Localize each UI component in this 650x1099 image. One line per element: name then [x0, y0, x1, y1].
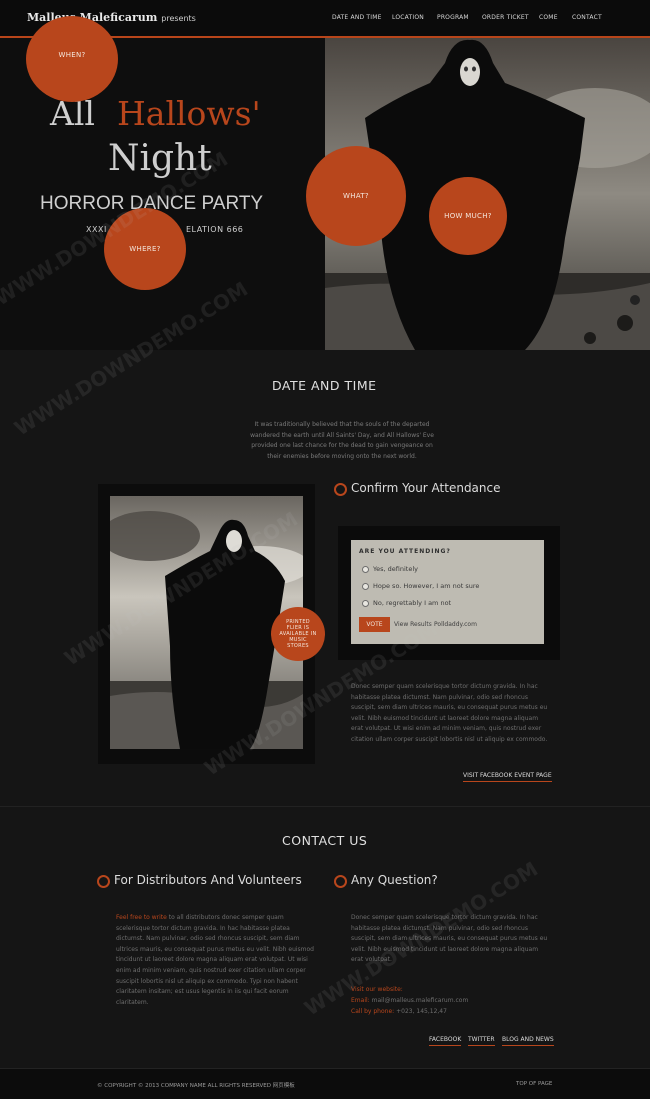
nav-date-and-time[interactable]: DATE AND TIME: [332, 14, 382, 21]
circle-when[interactable]: WHEN?: [26, 16, 118, 102]
facebook-link[interactable]: FACEBOOK: [429, 1036, 462, 1046]
nav-program[interactable]: PROGRAM: [437, 14, 469, 21]
question-heading: Any Question?: [351, 873, 438, 887]
poll-question: ARE YOU ATTENDING?: [359, 548, 451, 555]
distributors-ring-icon: [97, 875, 110, 888]
attendance-heading: Confirm Your Attendance: [351, 481, 501, 495]
twitter-link[interactable]: TWITTER: [468, 1036, 495, 1046]
circle-what[interactable]: WHAT?: [306, 146, 406, 246]
circle-where-label: WHERE?: [129, 245, 161, 253]
radio-icon[interactable]: [362, 565, 369, 573]
facebook-event-link[interactable]: VISIT FACEBOOK EVENT PAGE: [463, 772, 552, 782]
poll-option-no-label: No, regrettably I am not: [373, 599, 452, 607]
hero-title-hallows: Hallows': [117, 94, 261, 133]
poll-option-maybe[interactable]: Hope so. However, I am not sure: [362, 582, 479, 590]
contact-website: Visit our website:: [351, 985, 551, 996]
distributors-heading: For Distributors And Volunteers: [114, 873, 302, 887]
footer-copyright: © COPYRIGHT © 2013 COMPANY NAME ALL RIGH…: [97, 1083, 295, 1089]
poll-option-yes-label: Yes, definitely: [373, 565, 418, 573]
contact-section-title: CONTACT US: [282, 833, 368, 848]
email-value[interactable]: mail@malleus.maleficarum.com: [372, 997, 469, 1004]
circle-what-label: WHAT?: [343, 192, 369, 200]
nav-location[interactable]: LOCATION: [392, 14, 424, 21]
question-ring-icon: [334, 875, 347, 888]
radio-icon[interactable]: [362, 599, 369, 607]
attendance-body: Donec semper quam scelerisque tortor dic…: [351, 683, 548, 743]
section-divider: [0, 806, 650, 807]
nav-order-ticket[interactable]: ORDER TICKET: [482, 14, 529, 21]
poll-option-maybe-label: Hope so. However, I am not sure: [373, 582, 480, 590]
polldaddy-link[interactable]: Polldaddy.com: [434, 621, 477, 628]
phone-value: +023, 145,12,47: [396, 1008, 447, 1015]
top-of-page-link[interactable]: TOP OF PAGE: [516, 1081, 552, 1087]
contact-phone: Call by phone: +023, 145,12,47: [351, 1007, 551, 1018]
date-section-intro: It was traditionally believed that the s…: [250, 421, 434, 460]
hero-tagline-right: ELATION 666: [186, 225, 244, 234]
vote-button[interactable]: VOTE: [359, 617, 390, 632]
circle-how-much-label: HOW MUCH?: [444, 212, 492, 220]
attendance-ring-icon: [334, 483, 347, 496]
email-label: Email:: [351, 997, 370, 1004]
distributors-text: to all distributors donec semper quam sc…: [116, 914, 314, 1006]
circle-how-much[interactable]: HOW MUCH?: [429, 177, 507, 255]
distributors-body: Feel free to write to all distributors d…: [116, 913, 314, 1008]
printed-flier-badge: PRINTED FLIER IS AVAILABLE IN MUSIC STOR…: [271, 607, 325, 661]
phone-label: Call by phone:: [351, 1008, 395, 1015]
circle-when-label: WHEN?: [58, 51, 86, 59]
nav-come[interactable]: COME: [539, 14, 558, 21]
poll-option-no[interactable]: No, regrettably I am not: [362, 599, 451, 607]
contact-email: Email: mail@malleus.maleficarum.com: [351, 996, 551, 1007]
poll-option-yes[interactable]: Yes, definitely: [362, 565, 418, 573]
date-section-title: DATE AND TIME: [272, 378, 377, 393]
blog-news-link[interactable]: BLOG AND NEWS: [502, 1036, 554, 1046]
brand-suffix: presents: [161, 14, 196, 23]
nav-contact[interactable]: CONTACT: [572, 14, 602, 21]
write-to-link[interactable]: Feel free to write: [116, 914, 167, 921]
radio-icon[interactable]: [362, 582, 369, 590]
